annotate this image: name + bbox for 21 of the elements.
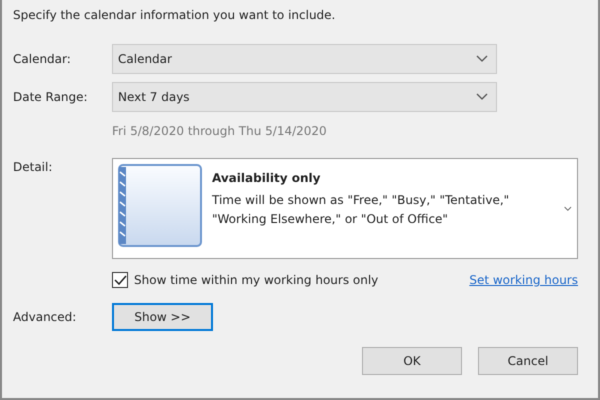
date-range-text: Fri 5/8/2020 through Thu 5/14/2020 bbox=[112, 123, 327, 140]
instruction-text: Specify the calendar information you want to include. bbox=[13, 7, 336, 24]
set-working-hours-link[interactable]: Set working hours bbox=[469, 271, 578, 289]
field-label: Date Range: bbox=[13, 90, 88, 104]
dropdown[interactable]: Calendar bbox=[112, 44, 497, 74]
calendar-icon bbox=[118, 164, 202, 247]
chevron-down-icon bbox=[476, 93, 488, 101]
show-advanced-button[interactable]: Show >> bbox=[112, 303, 213, 331]
checkbox[interactable] bbox=[112, 272, 128, 288]
chevron-down-icon bbox=[564, 204, 572, 212]
detail-description: Time will be shown as "Free," "Busy," "Tentative," "Working Elsewhere," or "Out of Office" bbox=[212, 192, 510, 228]
dialog-button[interactable]: Cancel bbox=[478, 347, 578, 375]
chevron-down-icon bbox=[476, 55, 488, 63]
detail-title: Availability only bbox=[212, 170, 322, 187]
detail-dropdown[interactable]: Availability only Time will be shown as "Free," "Busy," "Tentative," "Working Elsewhere," or "Out of Office" bbox=[112, 158, 578, 259]
dialog-button[interactable]: OK bbox=[362, 347, 462, 375]
field-label: Detail: bbox=[13, 160, 52, 174]
field-label: Calendar: bbox=[13, 52, 71, 66]
field-label: Advanced: bbox=[13, 310, 76, 324]
dropdown[interactable]: Next 7 days bbox=[112, 82, 497, 112]
checkbox-label: Show time within my working hours only bbox=[134, 272, 378, 289]
